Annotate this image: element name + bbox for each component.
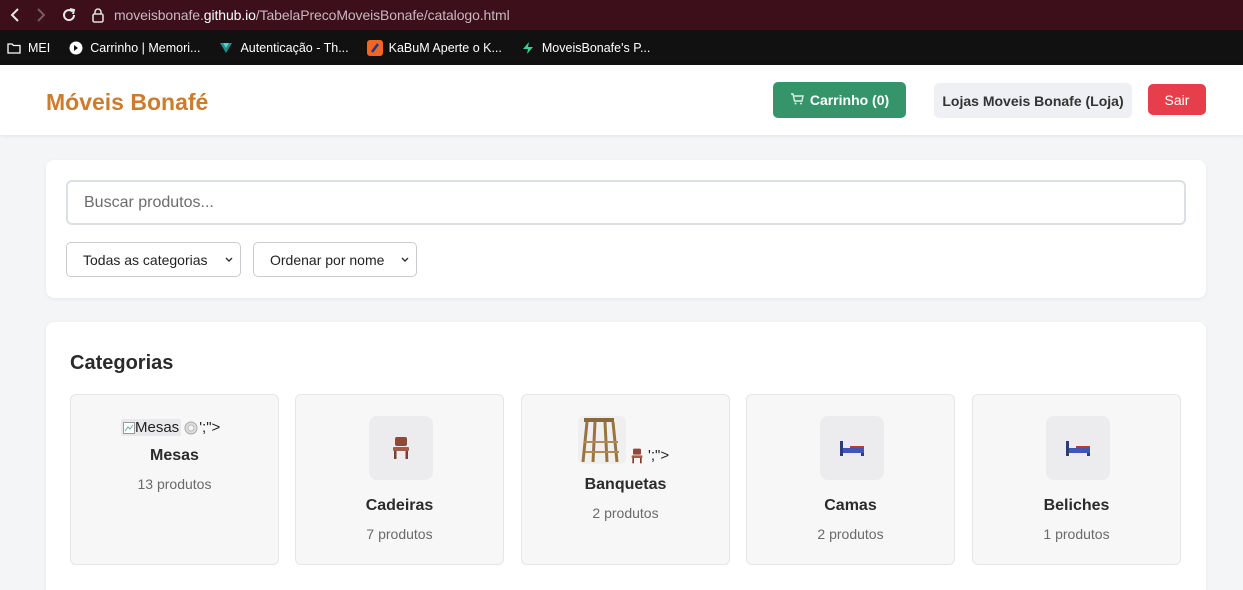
search-filter-card: Todas as categorias Ordenar por nome <box>46 160 1206 298</box>
bookmark-label: Carrinho | Memori... <box>90 40 201 55</box>
url-path: /TabelaPrecoMoveisBonafe/catalogo.html <box>255 7 510 23</box>
category-name: Mesas <box>150 447 199 464</box>
chevron-down-icon <box>400 252 410 271</box>
kabum-icon <box>366 39 383 56</box>
category-tile-banquetas[interactable]: ';"> Banquetas 2 produtos <box>521 394 730 565</box>
category-name: Camas <box>824 497 877 514</box>
bed-icon <box>1046 416 1110 480</box>
browser-address-bar: moveisbonafe.github.io/TabelaPrecoMoveis… <box>0 0 1243 30</box>
bookmark-autenticacao[interactable]: Autenticação - Th... <box>218 40 349 56</box>
chair-icon <box>631 448 643 463</box>
bookmark-carrinho[interactable]: Carrinho | Memori... <box>68 40 200 56</box>
broken-markup-text: ';"> <box>648 447 670 464</box>
category-count: 1 produtos <box>1043 526 1110 542</box>
broken-image-icon <box>123 421 135 434</box>
cart-label: Carrinho (0) <box>809 92 890 108</box>
stool-image: ';"> <box>578 415 669 464</box>
cart-icon <box>790 92 804 108</box>
site-icon <box>68 40 84 56</box>
cart-button[interactable]: Carrinho (0) <box>773 82 906 118</box>
category-tile-mesas[interactable]: Mesas ';"> Mesas 13 produtos <box>70 394 279 565</box>
bookmark-label: Autenticação - Th... <box>240 40 349 55</box>
category-tile-cadeiras[interactable]: Cadeiras 7 produtos <box>295 394 504 565</box>
broken-image: Mesas ';"> <box>121 419 220 436</box>
category-tile-camas[interactable]: Camas 2 produtos <box>746 394 955 565</box>
category-count: 2 produtos <box>592 505 659 521</box>
app-header: Móveis Bonafé Carrinho (0) Lojas Moveis … <box>0 65 1243 135</box>
order-select[interactable]: Ordenar por nome <box>253 242 417 277</box>
bookmark-moveisbonafe[interactable]: MoveisBonafe's P... <box>520 40 650 56</box>
url-host-rest: github.io <box>203 7 256 23</box>
url-field[interactable]: moveisbonafe.github.io/TabelaPrecoMoveis… <box>114 7 510 23</box>
url-prefix: moveisbonafe. <box>114 7 204 23</box>
bookmark-label: MEI <box>28 40 51 55</box>
folder-icon <box>6 40 22 56</box>
search-input[interactable] <box>66 180 1186 225</box>
category-count: 2 produtos <box>817 526 884 542</box>
broken-markup-text: ';"> <box>199 419 221 436</box>
category-name: Beliches <box>1043 497 1110 514</box>
category-name: Banquetas <box>584 476 667 493</box>
brand-logo[interactable]: Móveis Bonafé <box>46 89 208 116</box>
order-select-value: Ordenar por nome <box>270 251 385 268</box>
categories-card: Categorias Mesas ';"> Mesas 13 produtos … <box>46 322 1206 590</box>
store-button[interactable]: Lojas Moveis Bonafe (Loja) <box>934 83 1132 118</box>
bookmark-label: MoveisBonafe's P... <box>541 40 651 55</box>
category-select-value: Todas as categorias <box>83 251 208 268</box>
lock-icon[interactable] <box>88 5 108 25</box>
category-tile-beliches[interactable]: Beliches 1 produtos <box>972 394 1181 565</box>
bookmark-kabum[interactable]: KaBuM Aperte o K... <box>366 39 502 56</box>
chevron-down-icon <box>224 252 234 271</box>
back-icon[interactable] <box>4 4 26 26</box>
vuetify-icon <box>218 40 234 56</box>
broken-image-alt: Mesas <box>121 419 182 436</box>
category-select[interactable]: Todas as categorias <box>66 242 241 277</box>
forward-icon[interactable] <box>30 4 52 26</box>
category-count: 7 produtos <box>366 526 433 542</box>
plate-icon <box>184 421 198 434</box>
categories-title: Categorias <box>70 352 174 374</box>
bed-icon <box>820 416 884 480</box>
stool-photo-icon <box>578 415 626 464</box>
category-name: Cadeiras <box>365 497 434 514</box>
bookmark-mei[interactable]: MEI <box>6 40 50 56</box>
supabase-icon <box>520 40 536 56</box>
category-count: 13 produtos <box>137 476 212 492</box>
chair-icon <box>369 416 433 480</box>
bookmarks-bar: MEI Carrinho | Memori... Autenticação - … <box>0 30 1243 65</box>
bookmark-label: KaBuM Aperte o K... <box>388 40 502 55</box>
reload-icon[interactable] <box>58 4 80 26</box>
logout-button[interactable]: Sair <box>1148 84 1206 115</box>
